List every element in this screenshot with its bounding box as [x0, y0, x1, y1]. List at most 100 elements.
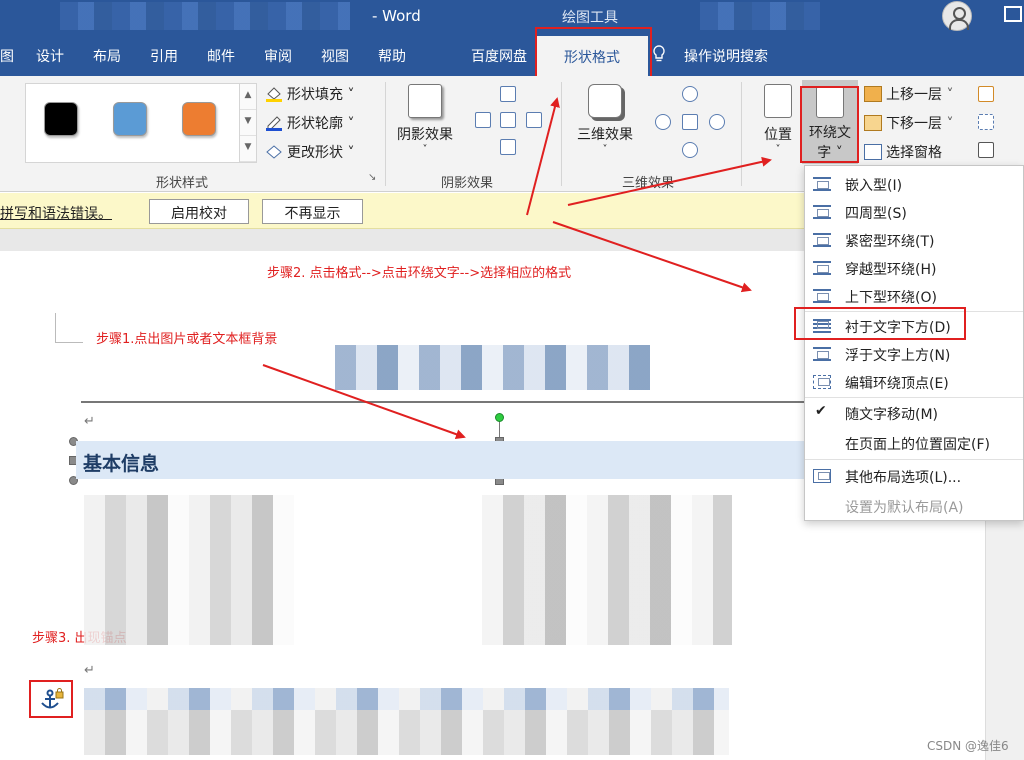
tilt-left-icon[interactable]	[655, 114, 671, 130]
tilt-up-icon[interactable]	[682, 86, 698, 102]
blurred-content-left	[84, 495, 294, 645]
3d-effects-label: 三维效果	[577, 127, 633, 143]
tight-wrap-icon	[813, 233, 831, 247]
blurred-line-gray	[84, 710, 729, 755]
position-label: 位置	[764, 127, 792, 143]
selection-pane-button[interactable]: 选择窗格	[864, 142, 942, 162]
menu-item-label: 嵌入型(I)	[845, 178, 903, 194]
shape-outline-button[interactable]: 形状轮廓 ˅	[265, 113, 354, 133]
dont-show-again-button[interactable]: 不再显示	[262, 199, 363, 224]
menu-item-more-layout-options[interactable]: 其他布局选项(L)...	[805, 462, 1023, 490]
through-wrap-icon	[813, 261, 831, 275]
edit-shape-icon	[266, 145, 282, 159]
tilt-right-icon[interactable]	[709, 114, 725, 130]
tilt-down-icon[interactable]	[682, 142, 698, 158]
gallery-scrollbar[interactable]: ▲ ▼ ▼	[239, 84, 256, 162]
tab-view[interactable]: 视图	[321, 46, 349, 66]
blurred-title	[60, 2, 350, 30]
shadow-effects-button[interactable]: 阴影效果 ˅	[394, 84, 456, 155]
menu-item-inline[interactable]: 嵌入型(I)	[805, 170, 1023, 198]
group-label-3d: 三维效果	[622, 176, 675, 191]
send-backward-icon	[864, 115, 882, 131]
wrap-text-menu: 嵌入型(I) 四周型(S) 紧密型环绕(T) 穿越型环绕(H) 上下型环绕(O)…	[804, 165, 1024, 521]
gallery-up-icon[interactable]: ▲	[240, 84, 256, 110]
menu-item-label: 随文字移动(M)	[845, 407, 939, 423]
rotate-handle-stem	[499, 419, 500, 439]
user-avatar-icon[interactable]	[942, 1, 972, 31]
position-icon	[764, 84, 792, 118]
position-button[interactable]: 位置 ˅	[758, 84, 798, 155]
edit-wrap-points-icon	[813, 375, 831, 389]
top-bottom-wrap-icon	[813, 289, 831, 303]
menu-item-fix-position[interactable]: 在页面上的位置固定(F)	[805, 429, 1023, 457]
3d-effects-button[interactable]: 三维效果 ˅	[570, 84, 640, 155]
anchor-icon[interactable]	[39, 688, 65, 712]
menu-item-square[interactable]: 四周型(S)	[805, 198, 1023, 226]
menu-item-label: 设置为默认布局(A)	[845, 500, 964, 516]
bring-forward-label: 上移一层	[886, 87, 942, 103]
dialog-launcher-icon[interactable]: ↘	[368, 172, 376, 183]
layout-options-icon	[813, 469, 831, 483]
change-shape-button[interactable]: 更改形状 ˅	[265, 142, 354, 162]
tab-mailings[interactable]: 邮件	[207, 46, 235, 66]
shape-style-gallery[interactable]: ▲ ▼ ▼	[25, 83, 257, 163]
group-icon[interactable]	[978, 114, 994, 130]
menu-item-edit-wrap-points[interactable]: 编辑环绕顶点(E)	[805, 368, 1023, 396]
section-heading[interactable]: 基本信息	[76, 441, 810, 479]
tab-references[interactable]: 引用	[150, 46, 178, 66]
rotate-handle[interactable]	[495, 413, 504, 422]
tell-me-search[interactable]: 操作说明搜索	[684, 46, 768, 66]
gallery-more-icon[interactable]: ▼	[240, 136, 256, 162]
tab-baidu-netdisk[interactable]: 百度网盘	[471, 46, 527, 66]
style-swatch-blue[interactable]	[113, 102, 147, 136]
highlight-behind-text	[794, 307, 966, 340]
align-icon[interactable]	[978, 86, 994, 102]
title-bar: - Word 绘图工具	[0, 0, 1024, 34]
menu-item-set-default: 设置为默认布局(A)	[805, 492, 1023, 520]
menu-item-top-bottom[interactable]: 上下型环绕(O)	[805, 282, 1023, 310]
nudge-shadow-left-icon[interactable]	[475, 112, 491, 128]
menu-item-label: 四周型(S)	[845, 206, 907, 222]
tab-layout[interactable]: 布局	[93, 46, 121, 66]
menu-item-in-front-of-text[interactable]: 浮于文字上方(N)	[805, 340, 1023, 368]
infobar-message[interactable]: 拼写和语法错误。	[0, 203, 112, 223]
menu-item-label: 穿越型环绕(H)	[845, 262, 937, 278]
tab-review[interactable]: 审阅	[264, 46, 292, 66]
menu-item-through[interactable]: 穿越型环绕(H)	[805, 254, 1023, 282]
bring-forward-button[interactable]: 上移一层 ˅	[864, 84, 953, 104]
menu-item-label: 紧密型环绕(T)	[845, 234, 935, 250]
menu-item-tight[interactable]: 紧密型环绕(T)	[805, 226, 1023, 254]
pen-icon	[266, 116, 282, 131]
nudge-shadow-right-icon[interactable]	[526, 112, 542, 128]
shadow-effects-label: 阴影效果	[397, 127, 453, 143]
tab-draw[interactable]: 图	[0, 46, 14, 66]
separator	[385, 82, 386, 186]
watermark: CSDN @逸佳6	[927, 739, 1009, 753]
group-label-shape-styles: 形状样式	[156, 176, 209, 191]
send-backward-button[interactable]: 下移一层 ˅	[864, 113, 953, 133]
style-swatch-black[interactable]	[44, 102, 78, 136]
nudge-shadow-up-icon[interactable]	[500, 86, 516, 102]
style-swatch-orange[interactable]	[182, 102, 216, 136]
menu-item-move-with-text[interactable]: ✔ 随文字移动(M)	[805, 399, 1023, 427]
shadow-effects-icon	[408, 84, 442, 118]
rotate-icon[interactable]	[978, 142, 994, 158]
gallery-down-icon[interactable]: ▼	[240, 110, 256, 136]
blurred-title-block	[335, 345, 650, 390]
enable-proofing-button[interactable]: 启用校对	[149, 199, 249, 224]
restore-icon[interactable]	[1004, 6, 1022, 22]
blurred-content-right	[482, 495, 732, 645]
tab-help[interactable]: 帮助	[378, 46, 406, 66]
menu-item-label: 上下型环绕(O)	[845, 290, 937, 306]
ribbon-tabs: 图 设计 布局 引用 邮件 审阅 视图 帮助 百度网盘 形状格式 操作说明搜索	[0, 34, 1024, 76]
shape-fill-button[interactable]: 形状填充 ˅	[265, 84, 354, 104]
shadow-on-off-icon[interactable]	[500, 112, 516, 128]
send-backward-label: 下移一层	[886, 116, 942, 132]
3d-on-off-icon[interactable]	[682, 114, 698, 130]
blurred-title-right	[700, 2, 820, 30]
nudge-shadow-down-icon[interactable]	[500, 139, 516, 155]
shape-fill-label: 形状填充	[287, 87, 343, 103]
horizontal-rule	[81, 401, 810, 403]
shape-outline-label: 形状轮廓	[287, 116, 343, 132]
tab-design[interactable]: 设计	[36, 46, 64, 66]
